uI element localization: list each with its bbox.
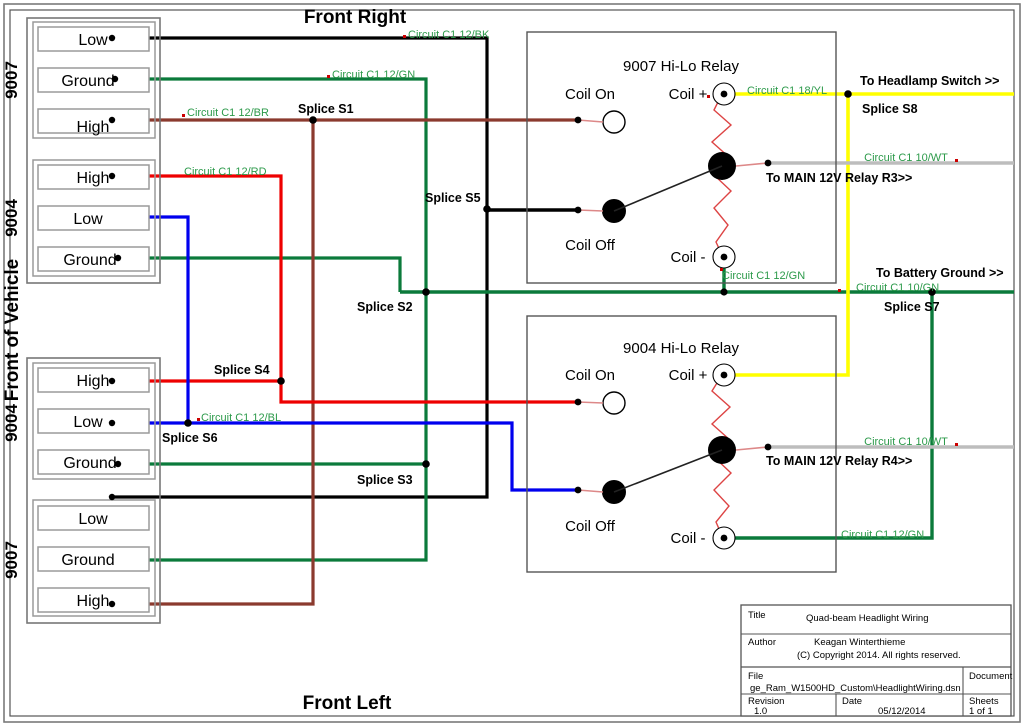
relay-no-terminal: [602, 110, 626, 134]
title-block-file-value: ge_Ram_W1500HD_Custom\HeadlightWiring.ds…: [750, 683, 961, 694]
splice-dot-s8: [844, 90, 852, 98]
connector-fr-9004[interactable]: High Low Ground: [32, 159, 156, 277]
splice-label-s7: Splice S7: [884, 300, 940, 314]
circuit-label-c1-18-yl: Circuit C1 18/YL: [747, 85, 827, 97]
splice-dot-s6: [184, 419, 192, 427]
relay-coil-plus-label: Coil +: [669, 367, 708, 384]
bulb-type-fr-9007: 9007: [2, 61, 21, 99]
circuit-label-c1-12-bk: Circuit C1 12/BK: [408, 29, 490, 41]
title-block-date-label: Date: [842, 696, 862, 707]
title-block-copyright: (C) Copyright 2014. All rights reserved.: [797, 650, 961, 661]
splice-label-s3: Splice S3: [357, 473, 413, 487]
relay-title: 9004 Hi-Lo Relay: [623, 340, 739, 357]
circuit-label-c1-12-gn-top: Circuit C1 12/GN: [332, 69, 415, 81]
title-block-date-value: 05/12/2014: [878, 706, 926, 717]
pin-label: Ground: [63, 252, 116, 269]
circuit-label-c1-12-bl: Circuit C1 12/BL: [201, 412, 281, 424]
splice-label-s2: Splice S2: [357, 300, 413, 314]
label-front-of-vehicle: Front of Vehicle: [2, 259, 23, 402]
title-block-author-value: Keagan Winterthieme: [814, 637, 905, 648]
pin-label: Low: [73, 211, 103, 228]
circuit-label-c1-10-wt-top: Circuit C1 10/WT: [864, 152, 948, 164]
relay-coil-minus-label: Coil -: [670, 530, 705, 547]
title-block-title-label: Title: [748, 610, 766, 621]
title-block-title-value: Quad-beam Headlight Wiring: [806, 613, 929, 624]
splice-label-s6: Splice S6: [162, 431, 218, 445]
circuit-label-c1-12-gn-relay1: Circuit C1 12/GN: [722, 270, 805, 282]
pin-label: Low: [78, 32, 108, 49]
splice-label-s8: Splice S8: [862, 102, 918, 116]
connector-fr-9007[interactable]: Low Ground High: [32, 21, 156, 139]
circuit-label-c1-10-wt-bottom: Circuit C1 10/WT: [864, 436, 948, 448]
bulb-type-fr-9004: 9004: [2, 199, 21, 237]
title-block-author-label: Author: [748, 637, 776, 648]
relay-coil-minus-label: Coil -: [670, 249, 705, 266]
destination-main-12v-relay-r4: To MAIN 12V Relay R4>>: [766, 454, 912, 468]
splice-dot-s5: [483, 205, 491, 213]
pin-label: Low: [78, 511, 108, 528]
pin-label: High: [77, 119, 110, 136]
splice-dot-s1: [309, 116, 317, 124]
title-block: Title Quad-beam Headlight Wiring Author …: [740, 604, 1013, 717]
pin-label: Ground: [61, 73, 114, 90]
pin-label: Low: [73, 414, 103, 431]
wiring-diagram-svg: Low Ground High 9007 High Low Ground 900…: [0, 0, 1024, 726]
title-block-file-label: File: [748, 671, 763, 682]
pin-label: High: [77, 593, 110, 610]
relay-coil-on-label: Coil On: [565, 367, 615, 384]
relay-coil-off-label: Coil Off: [565, 237, 616, 254]
pin-label: High: [77, 373, 110, 390]
label-front-right: Front Right: [304, 7, 407, 28]
splice-dot-s2: [422, 288, 430, 296]
pin-label: Ground: [61, 552, 114, 569]
relay-coil-plus-label: Coil +: [669, 86, 708, 103]
destination-headlamp-switch: To Headlamp Switch >>: [860, 74, 999, 88]
relay-coil-off-label: Coil Off: [565, 518, 616, 535]
connector-fl-9004[interactable]: High Low Ground: [32, 362, 156, 480]
relay-no-terminal: [602, 391, 626, 415]
connector-fl-9007[interactable]: Low Ground High: [32, 493, 156, 617]
circuit-label-c1-12-gn-relay2: Circuit C1 12/GN: [841, 529, 924, 541]
splice-label-s5: Splice S5: [425, 191, 481, 205]
title-block-sheets-value: 1 of 1: [969, 706, 993, 717]
circuit-label-c1-12-br: Circuit C1 12/BR: [187, 107, 269, 119]
splice-label-s1: Splice S1: [298, 102, 354, 116]
title-block-document-label: Document: [969, 671, 1013, 682]
pin-label: Ground: [63, 455, 116, 472]
label-front-left: Front Left: [303, 693, 392, 714]
destination-main-12v-relay-r3: To MAIN 12V Relay R3>>: [766, 171, 912, 185]
diagram-canvas: Low Ground High 9007 High Low Ground 900…: [0, 0, 1024, 726]
bulb-type-fl-9004: 9004: [2, 404, 21, 442]
splice-dot-s3: [422, 460, 430, 468]
destination-battery-ground: To Battery Ground >>: [876, 266, 1004, 280]
splice-label-s4: Splice S4: [214, 363, 270, 377]
title-block-revision-value: 1.0: [754, 706, 767, 717]
relay-coil-on-label: Coil On: [565, 86, 615, 103]
pin-label: High: [77, 170, 110, 187]
circuit-label-c1-12-rd: Circuit C1 12/RD: [184, 166, 267, 178]
circuit-label-c1-10-gn: Circuit C1 10/GN: [856, 282, 939, 294]
splice-dot-s4: [277, 377, 285, 385]
relay-title: 9007 Hi-Lo Relay: [623, 58, 739, 75]
bulb-type-fl-9007: 9007: [2, 541, 21, 579]
